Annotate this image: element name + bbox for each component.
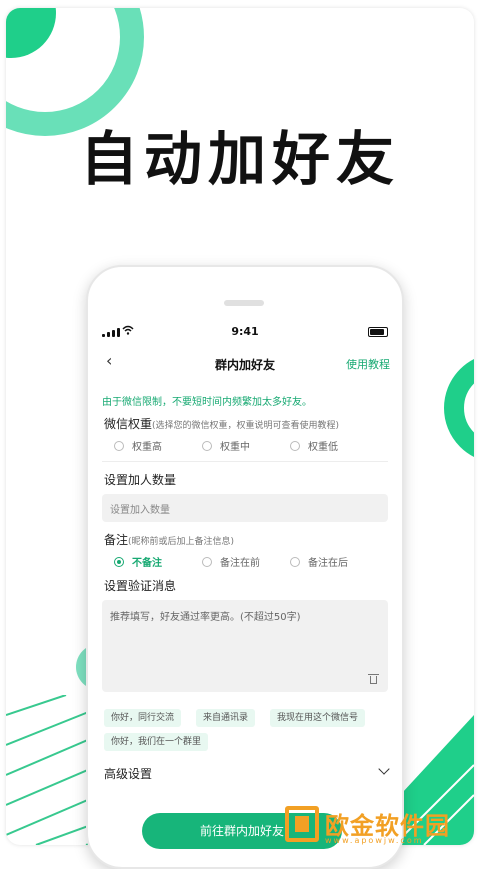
remark-hint: (昵称前或后加上备注信息)	[128, 537, 235, 547]
verify-chip[interactable]: 你好，我们在一个群里	[104, 733, 209, 751]
radio-icon	[202, 440, 212, 451]
watermark-url: www.apowjw.com	[325, 836, 424, 845]
weight-hint: (选择您的微信权重，权重说明可查看使用教程)	[152, 421, 340, 431]
phone-mockup: 9:41 ‹ 群内加好友 使用教程 由于微信限制，不要短时间内频繁加太多好友。 …	[86, 265, 404, 869]
verify-placeholder: 推荐填写，好友通过率更高。(不超过50字)	[110, 612, 301, 623]
decor-ring-right	[444, 353, 474, 463]
remark-label-row: 备注(昵称前或后加上备注信息)	[104, 531, 234, 548]
weight-label: 微信权重	[104, 417, 153, 431]
remark-option-none[interactable]: 不备注	[114, 554, 202, 569]
chevron-down-icon[interactable]	[378, 763, 390, 775]
battery-icon	[368, 327, 388, 337]
remark-options: 不备注 备注在前 备注在后	[114, 554, 378, 569]
watermark-logo-icon	[285, 806, 319, 842]
weight-option-low[interactable]: 权重低	[290, 438, 378, 453]
trash-icon[interactable]	[368, 674, 379, 684]
headline: 自动加好友	[79, 125, 400, 193]
remark-option-after[interactable]: 备注在后	[290, 554, 378, 569]
radio-icon	[290, 556, 300, 567]
verify-chip[interactable]: 我现在用这个微信号	[270, 709, 366, 727]
weight-option-high[interactable]: 权重高	[114, 438, 202, 453]
tutorial-link[interactable]: 使用教程	[346, 356, 390, 372]
limit-notice: 由于微信限制，不要短时间内频繁加太多好友。	[102, 397, 312, 408]
weight-options: 权重高 权重中 权重低	[114, 438, 378, 453]
add-count-label: 设置加人数量	[104, 473, 177, 487]
verify-chip[interactable]: 来自通讯录	[196, 709, 256, 727]
add-count-input[interactable]: 设置加入数量	[102, 494, 388, 522]
remark-label: 备注	[104, 533, 129, 547]
status-bar: 9:41	[88, 325, 402, 339]
status-time: 9:41	[231, 325, 259, 338]
radio-icon	[114, 440, 124, 451]
remark-option-before[interactable]: 备注在前	[202, 554, 290, 569]
nav-bar: ‹ 群内加好友 使用教程	[88, 351, 402, 377]
verify-label: 设置验证消息	[104, 579, 177, 593]
divider	[102, 461, 388, 462]
radio-icon	[202, 556, 212, 567]
verify-chip[interactable]: 你好，同行交流	[104, 709, 182, 727]
weight-option-medium[interactable]: 权重中	[202, 438, 290, 453]
phone-speaker	[224, 300, 264, 306]
radio-icon	[290, 440, 300, 451]
verify-message-input[interactable]: 推荐填写，好友通过率更高。(不超过50字)	[102, 600, 388, 692]
watermark-logo: 欧金软件园 www.apowjw.com	[285, 806, 475, 850]
advanced-settings[interactable]: 高级设置	[104, 765, 152, 782]
radio-selected-icon	[114, 556, 124, 567]
weight-label-row: 微信权重(选择您的微信权重，权重说明可查看使用教程)	[104, 415, 339, 432]
